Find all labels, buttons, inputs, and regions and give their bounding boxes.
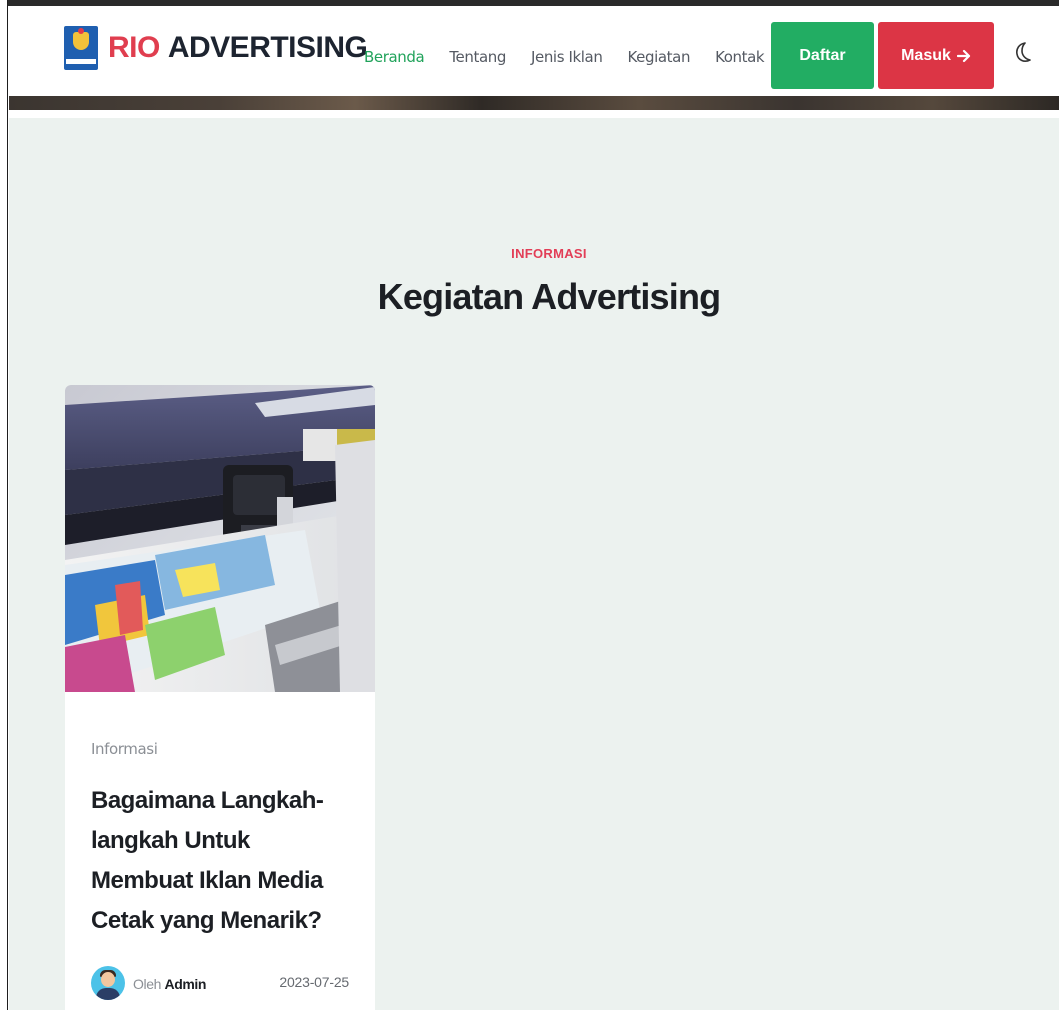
post-meta: Oleh Admin 2023-07-25	[91, 966, 349, 1002]
hero-divider	[9, 110, 1059, 118]
trophy-logo-icon	[64, 26, 98, 70]
author-prefix: Oleh	[133, 976, 161, 992]
brand-name: RIO ADVERTISING	[108, 31, 368, 65]
post-category: Informasi	[91, 740, 158, 758]
nav-item-kontak[interactable]: Kontak	[715, 48, 765, 66]
brand-name-accent: RIO	[108, 31, 160, 64]
post-card[interactable]: Informasi Bagaimana Langkah-langkah Untu…	[65, 385, 375, 1010]
brand-logo-link[interactable]: RIO ADVERTISING	[64, 22, 368, 74]
nav-item-kegiatan[interactable]: Kegiatan	[627, 48, 690, 66]
author-avatar	[91, 966, 125, 1000]
activities-section: INFORMASI Kegiatan Advertising Informasi…	[9, 118, 1059, 1010]
arrow-right-icon	[956, 49, 970, 62]
window-left-edge	[0, 0, 8, 1010]
section-title: Kegiatan Advertising	[377, 276, 722, 317]
hero-image-strip	[9, 96, 1059, 110]
nav-item-beranda[interactable]: Beranda	[361, 48, 427, 112]
nav-item-tentang[interactable]: Tentang	[449, 48, 506, 66]
moon-icon	[1016, 42, 1031, 62]
login-button[interactable]: Masuk	[878, 22, 994, 89]
brand-name-rest: ADVERTISING	[167, 31, 368, 64]
login-button-label: Masuk	[901, 46, 951, 64]
post-title[interactable]: Bagaimana Langkah-langkah Untuk Membuat …	[91, 781, 351, 941]
theme-toggle-button[interactable]	[1010, 38, 1036, 68]
post-date: 2023-07-25	[279, 974, 349, 990]
large-format-printer-photo	[65, 385, 375, 692]
register-button[interactable]: Daftar	[771, 22, 874, 89]
nav-item-jenis-iklan[interactable]: Jenis Iklan	[531, 48, 603, 66]
author-name: Admin	[164, 976, 207, 992]
register-button-label: Daftar	[799, 46, 846, 64]
main-nav: Beranda Tentang Jenis Iklan Kegiatan Kon…	[361, 48, 789, 112]
section-eyebrow: INFORMASI	[511, 246, 587, 261]
post-author: Oleh Admin	[133, 976, 206, 992]
